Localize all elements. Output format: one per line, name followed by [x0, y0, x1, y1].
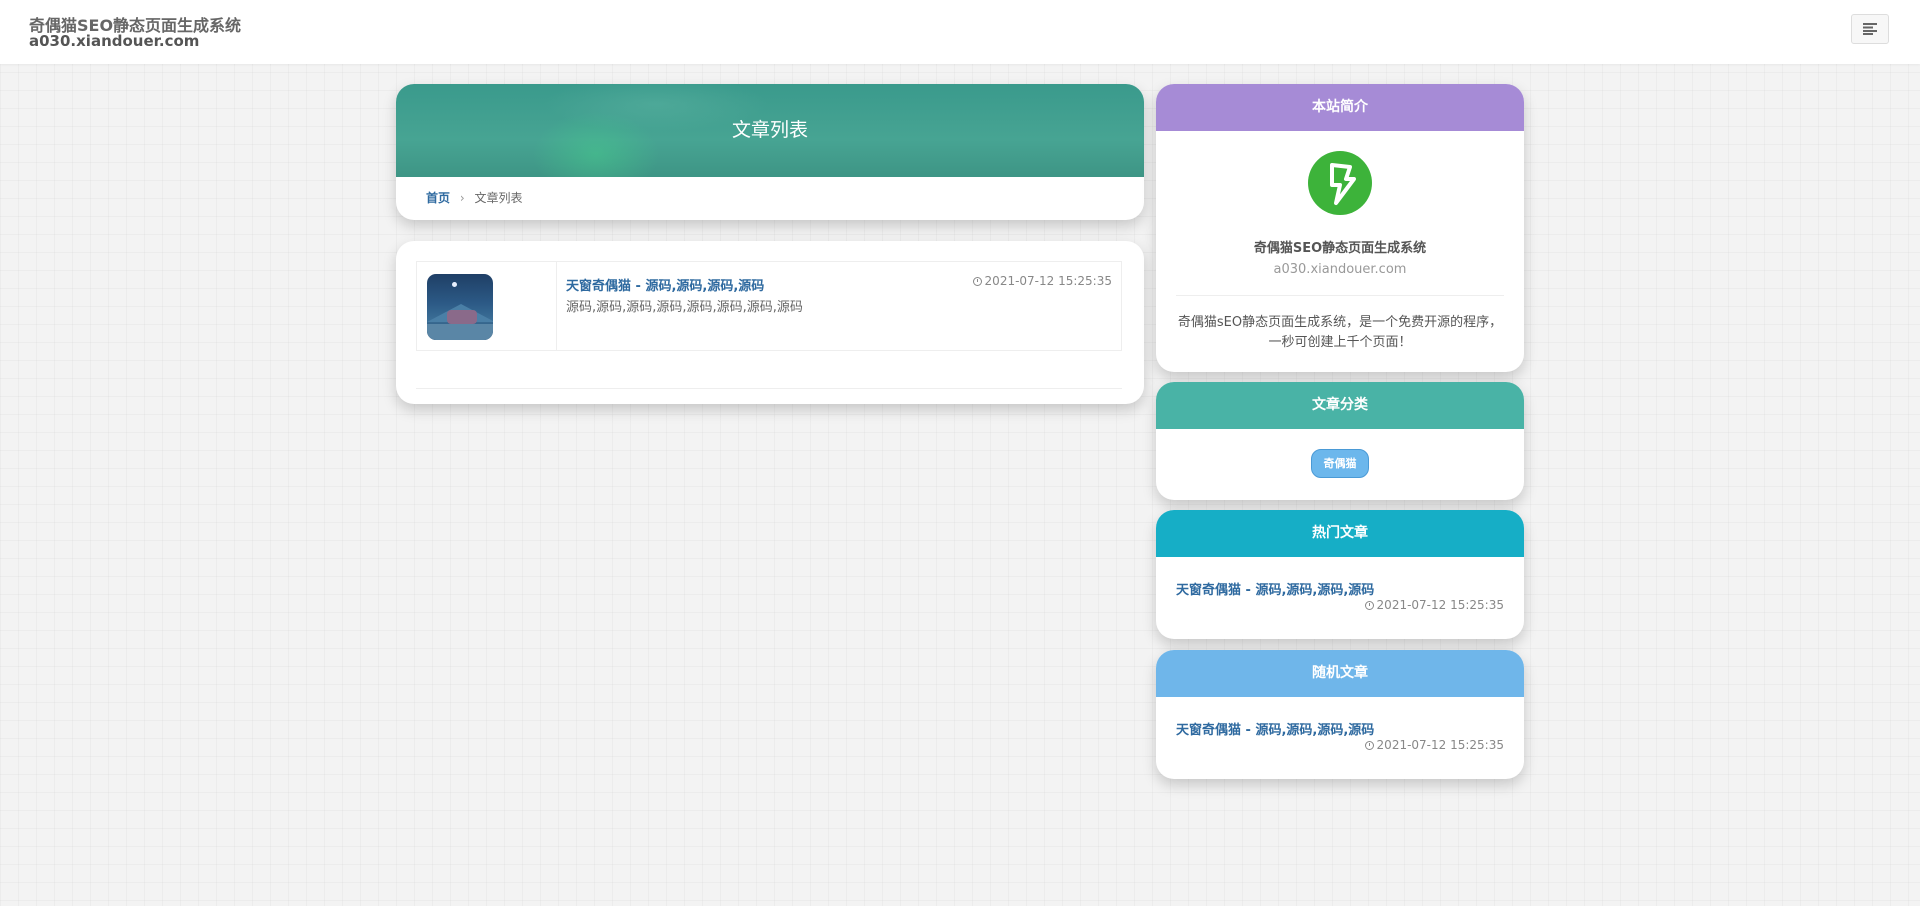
- page-title: 文章列表: [731, 119, 808, 141]
- random-article-date-text: 2021-07-12 15:25:35: [1376, 738, 1504, 752]
- clock-icon: [1364, 601, 1374, 610]
- breadcrumb-separator: ›: [459, 191, 465, 205]
- about-divider: [1176, 295, 1504, 296]
- article-date: 2021-07-12 15:25:35: [972, 274, 1112, 288]
- thumb-van-icon: [447, 310, 477, 324]
- hot-article-date: 2021-07-12 15:25:35: [1364, 598, 1504, 612]
- menu-toggle-button[interactable]: [1851, 14, 1889, 44]
- clock-icon: [972, 277, 982, 286]
- article-thumbnail[interactable]: [427, 274, 493, 340]
- thumb-ground: [427, 324, 493, 340]
- lightning-logo-icon: [1308, 151, 1372, 215]
- hot-article-date-text: 2021-07-12 15:25:35: [1376, 598, 1504, 612]
- hot-article-link[interactable]: 天窗奇偶猫 - 源码,源码,源码,源码: [1176, 579, 1374, 598]
- hot-articles-heading: 热门文章: [1156, 510, 1524, 557]
- random-articles-heading: 随机文章: [1156, 650, 1524, 697]
- menu-icon: [1863, 23, 1877, 35]
- about-description: 奇偶猫sEO静态页面生成系统，是一个免费开源的程序，一秒可创建上千个页面！: [1177, 315, 1503, 350]
- list-item[interactable]: 天窗奇偶猫 - 源码,源码,源码,源码 源码,源码,源码,源码,源码,源码,源码…: [416, 261, 1122, 351]
- random-article-date: 2021-07-12 15:25:35: [1364, 738, 1504, 752]
- breadcrumb: 首页 › 文章列表: [426, 189, 523, 206]
- about-widget-heading: 本站简介: [1156, 84, 1524, 131]
- breadcrumb-home-link[interactable]: 首页: [426, 191, 450, 205]
- clock-icon: [1364, 741, 1374, 750]
- about-site-domain: a030.xiandouer.com: [1273, 262, 1407, 277]
- thumb-moon-icon: [452, 282, 457, 287]
- pagination-divider: [416, 388, 1122, 389]
- article-title-link[interactable]: 天窗奇偶猫 - 源码,源码,源码,源码: [566, 275, 764, 294]
- article-date-text: 2021-07-12 15:25:35: [984, 274, 1112, 288]
- hot-articles-widget: 热门文章 天窗奇偶猫 - 源码,源码,源码,源码 2021-07-12 15:2…: [1156, 510, 1524, 639]
- category-tag[interactable]: 奇偶猫: [1311, 449, 1369, 478]
- banner-card: 文章列表 首页 › 文章列表: [396, 84, 1144, 220]
- about-site-name: 奇偶猫SEO静态页面生成系统: [1253, 241, 1427, 256]
- article-list-card: 天窗奇偶猫 - 源码,源码,源码,源码 源码,源码,源码,源码,源码,源码,源码…: [396, 241, 1144, 404]
- random-article-link[interactable]: 天窗奇偶猫 - 源码,源码,源码,源码: [1176, 719, 1374, 738]
- top-header: 奇偶猫SEO静态页面生成系统 a030.xiandouer.com: [0, 0, 1920, 64]
- site-domain[interactable]: a030.xiandouer.com: [29, 32, 199, 50]
- breadcrumb-current: 文章列表: [474, 191, 523, 205]
- about-widget: 本站简介 奇偶猫SEO静态页面生成系统 a030.xiandouer.com 奇…: [1156, 84, 1524, 372]
- category-widget-heading: 文章分类: [1156, 382, 1524, 429]
- site-logo[interactable]: [1308, 151, 1372, 215]
- article-thumb-cell: [417, 262, 557, 350]
- category-widget: 文章分类 奇偶猫: [1156, 382, 1524, 500]
- article-excerpt: 源码,源码,源码,源码,源码,源码,源码,源码: [566, 300, 803, 315]
- random-articles-widget: 随机文章 天窗奇偶猫 - 源码,源码,源码,源码 2021-07-12 15:2…: [1156, 650, 1524, 779]
